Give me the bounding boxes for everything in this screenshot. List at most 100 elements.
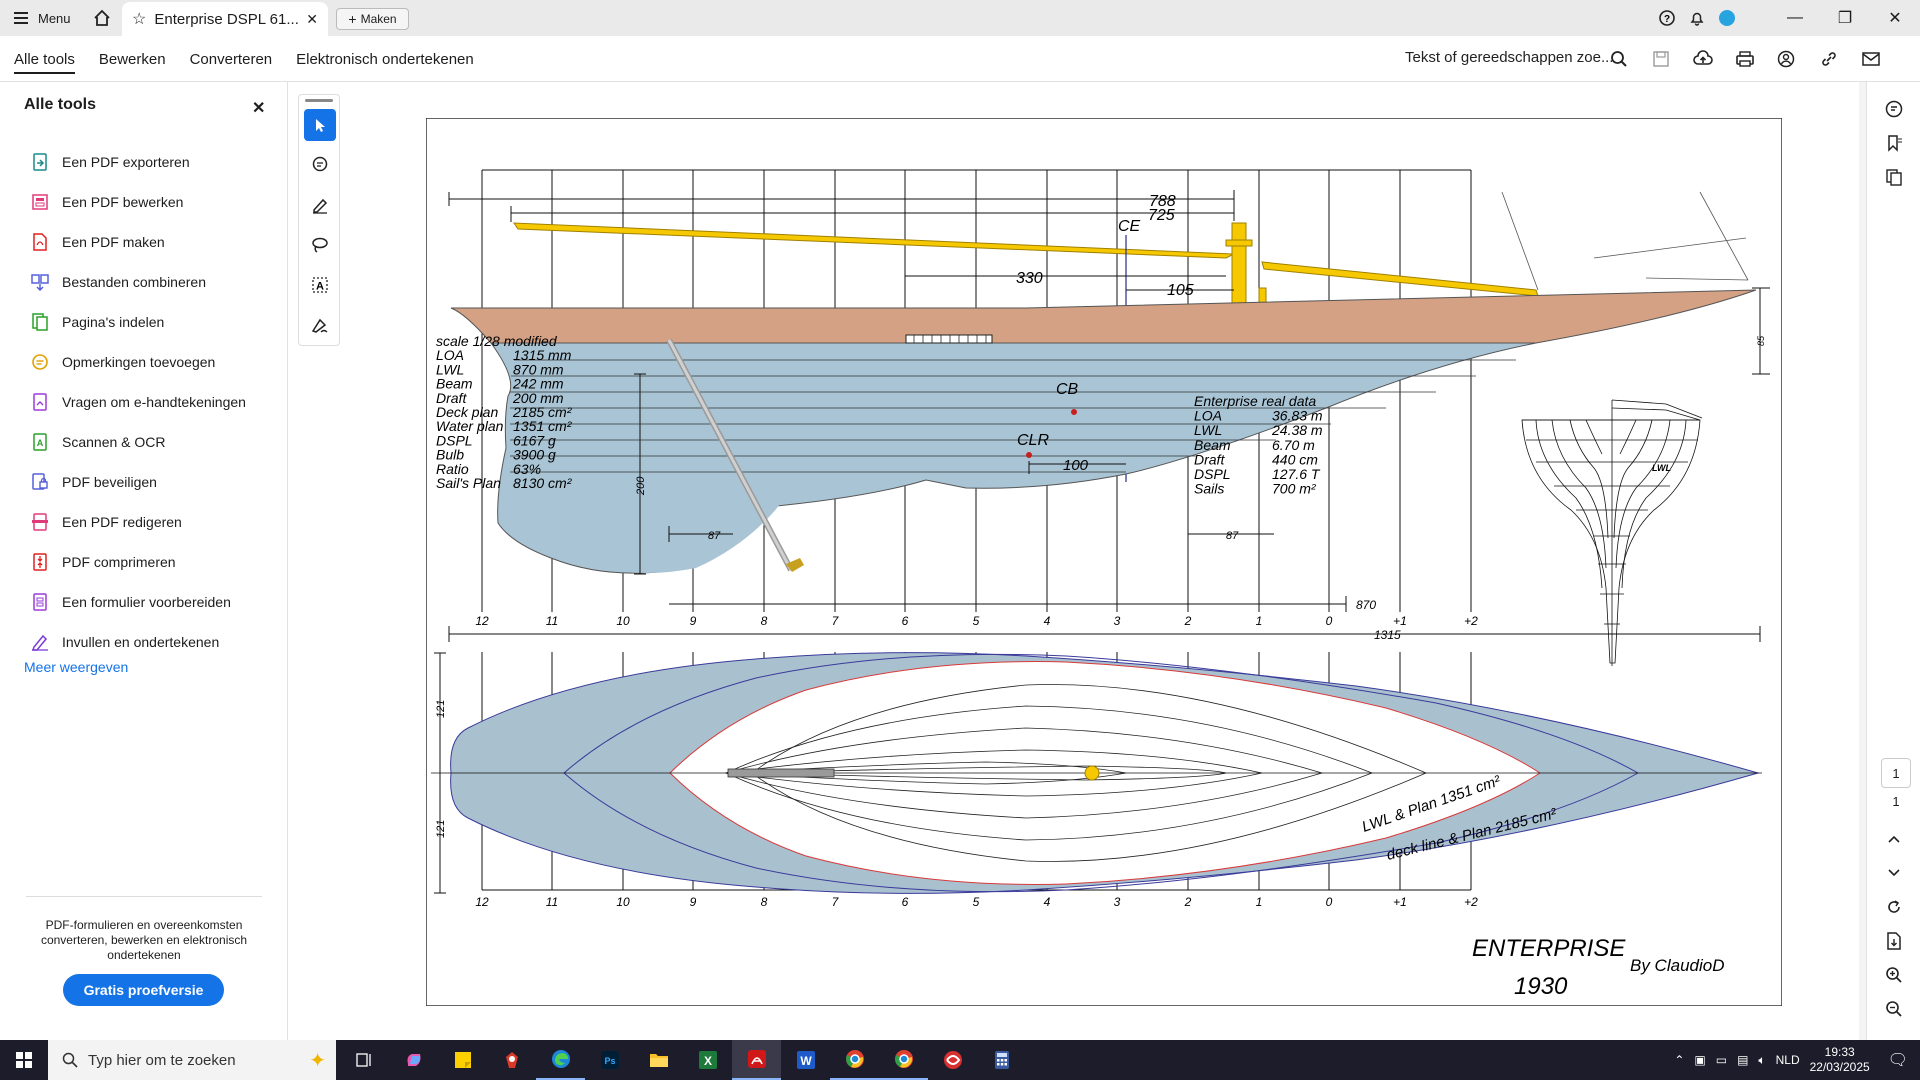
dim-870-label: 870	[1356, 598, 1376, 612]
tab-edit[interactable]: Bewerken	[99, 51, 166, 68]
ai-assistant-icon[interactable]	[1883, 98, 1905, 120]
tool-prepare-form[interactable]: Een formulier voorbereiden	[30, 582, 246, 622]
refresh-icon[interactable]	[1883, 896, 1905, 918]
drag-handle[interactable]	[305, 99, 333, 102]
mast	[1231, 222, 1247, 306]
acrobat-icon[interactable]	[732, 1040, 781, 1080]
email-icon[interactable]	[1860, 48, 1882, 70]
taskbar-search-placeholder: Typ hier om te zoeken	[88, 1051, 236, 1069]
search-icon[interactable]	[1608, 48, 1630, 70]
app-red-icon[interactable]	[487, 1040, 536, 1080]
fill-sign-icon	[30, 632, 50, 652]
svg-text:?: ?	[1664, 14, 1670, 25]
search-input[interactable]: Tekst of gereedschappen zoe...	[1405, 49, 1613, 66]
minimize-button[interactable]: —	[1770, 0, 1820, 36]
hamburger-icon	[14, 12, 28, 24]
pages-icon[interactable]	[1883, 166, 1905, 188]
station-label: +1	[1393, 614, 1407, 628]
word-icon[interactable]: W	[781, 1040, 830, 1080]
drawing-author: By ClaudioD	[1630, 956, 1725, 975]
save-file-icon[interactable]	[1883, 930, 1905, 952]
save-icon[interactable]	[1650, 48, 1672, 70]
free-trial-button[interactable]: Gratis proefversie	[63, 974, 224, 1006]
tool-fill-sign[interactable]: Invullen en ondertekenen	[30, 622, 246, 662]
excel-icon[interactable]: X	[683, 1040, 732, 1080]
tool-request-esign[interactable]: Vragen om e-handtekeningen	[30, 382, 246, 422]
tool-label: Scannen & OCR	[62, 434, 166, 450]
edge-icon[interactable]	[536, 1040, 585, 1080]
display-icon[interactable]: ▤	[1737, 1053, 1748, 1067]
text-tool-button[interactable]: A	[304, 269, 336, 301]
star-icon[interactable]: ☆	[132, 9, 146, 29]
tool-compress-pdf[interactable]: PDF comprimeren	[30, 542, 246, 582]
share-user-icon[interactable]	[1776, 48, 1798, 70]
app-swirl-icon[interactable]	[928, 1040, 977, 1080]
station-label: 6	[902, 895, 909, 909]
tool-edit-pdf[interactable]: Een PDF bewerken	[30, 182, 246, 222]
station-labels-top: 12 11 10 9 8 7 6 5 4 3 2 1 0 +1 +2	[475, 614, 1478, 628]
tool-create-pdf[interactable]: Een PDF maken	[30, 222, 246, 262]
comment-tool-button[interactable]	[304, 149, 336, 181]
tool-organize-pages[interactable]: Pagina's indelen	[30, 302, 246, 342]
help-icon[interactable]: ?	[1652, 0, 1682, 36]
chevron-down-icon[interactable]	[1883, 862, 1905, 884]
volume-icon[interactable]: 🔈︎	[1758, 1053, 1765, 1068]
network-icon[interactable]: ▭	[1716, 1053, 1727, 1067]
tool-add-comments[interactable]: Opmerkingen toevoegen	[30, 342, 246, 382]
zoom-out-icon[interactable]	[1883, 998, 1905, 1020]
page-number-input[interactable]: 1	[1881, 758, 1911, 788]
maken-button[interactable]: + Maken	[336, 8, 409, 30]
document-tab[interactable]: ☆ Enterprise DSPL 61... ✕	[122, 2, 328, 36]
notification-icon[interactable]: 🗨︎	[1888, 1050, 1908, 1070]
file-explorer-icon[interactable]	[634, 1040, 683, 1080]
show-more-link[interactable]: Meer weergeven	[24, 659, 128, 675]
tool-combine-files[interactable]: Bestanden combineren	[30, 262, 246, 302]
chevron-up-icon[interactable]	[1883, 828, 1905, 850]
copilot-icon[interactable]	[389, 1040, 438, 1080]
close-window-button[interactable]: ✕	[1870, 0, 1920, 36]
highlight-tool-button[interactable]	[304, 189, 336, 221]
upload-cloud-icon[interactable]	[1692, 48, 1714, 70]
home-button[interactable]	[92, 8, 112, 28]
menu-button[interactable]: Menu	[14, 9, 71, 27]
tab-convert[interactable]: Converteren	[190, 51, 273, 68]
zoom-in-icon[interactable]	[1883, 964, 1905, 986]
bookmark-icon[interactable]	[1883, 132, 1905, 154]
tool-protect-pdf[interactable]: PDF beveiligen	[30, 462, 246, 502]
tool-redact-pdf[interactable]: Een PDF redigeren	[30, 502, 246, 542]
task-view-icon[interactable]	[340, 1040, 389, 1080]
tool-label: Bestanden combineren	[62, 274, 206, 290]
photoshop-icon[interactable]: Ps	[585, 1040, 634, 1080]
spec-value: 6.70 m	[1272, 437, 1315, 453]
sign-tool-button[interactable]	[304, 309, 336, 341]
taskbar-search[interactable]: Typ hier om te zoeken ✦	[48, 1040, 336, 1080]
link-icon[interactable]	[1818, 48, 1840, 70]
title-bar: Menu ☆ Enterprise DSPL 61... ✕ + Maken ?…	[0, 0, 1920, 36]
chrome-icon[interactable]	[830, 1040, 879, 1080]
select-tool-button[interactable]	[304, 109, 336, 141]
tab-all-tools[interactable]: Alle tools	[14, 51, 75, 74]
dim-725-label: 725	[1148, 207, 1175, 224]
language-indicator[interactable]: NLD	[1776, 1053, 1800, 1067]
tab-esign[interactable]: Elektronisch ondertekenen	[296, 51, 474, 68]
close-tab-icon[interactable]: ✕	[306, 11, 318, 28]
tool-export-pdf[interactable]: Een PDF exporteren	[30, 142, 246, 182]
toolbar-icons	[1608, 36, 1882, 82]
tray-chevron-up-icon[interactable]: ⌃	[1674, 1053, 1684, 1067]
restore-button[interactable]: ❐	[1820, 0, 1870, 36]
bell-icon[interactable]	[1682, 0, 1712, 36]
tool-scan-ocr[interactable]: A Scannen & OCR	[30, 422, 246, 462]
tool-label: Een PDF bewerken	[62, 194, 184, 210]
print-icon[interactable]	[1734, 48, 1756, 70]
avatar[interactable]	[1712, 0, 1742, 36]
chrome-profile-icon[interactable]	[879, 1040, 928, 1080]
clock[interactable]: 19:33 22/03/2025	[1810, 1045, 1870, 1075]
start-button[interactable]	[0, 1040, 48, 1080]
lasso-icon	[312, 237, 328, 253]
meet-icon[interactable]: ▣	[1694, 1053, 1705, 1067]
close-panel-icon[interactable]: ✕	[252, 98, 265, 118]
draw-tool-button[interactable]	[304, 229, 336, 261]
calculator-icon[interactable]	[977, 1040, 1026, 1080]
station-label: 0	[1326, 614, 1333, 628]
sticky-notes-icon[interactable]	[438, 1040, 487, 1080]
